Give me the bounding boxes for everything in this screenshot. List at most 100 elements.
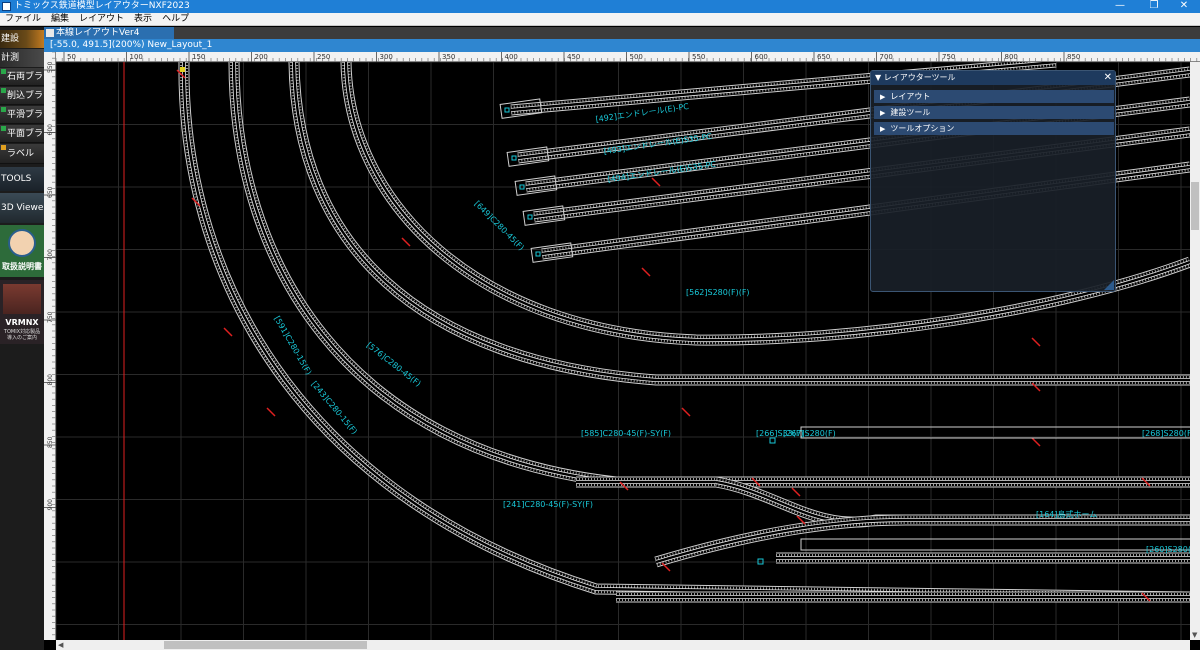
label-icon bbox=[1, 145, 6, 150]
ruler-top-label: 100 bbox=[130, 53, 143, 61]
ruler-top-label: 400 bbox=[505, 53, 518, 61]
ruler-top-label: 800 bbox=[1005, 53, 1018, 61]
track-label: [585]C280-45(F)-SY(F) bbox=[581, 429, 671, 438]
scroll-left-icon[interactable]: ◀ bbox=[58, 640, 63, 650]
title-bar: トミックス鉄道模型レイアウターNXF2023 — ❐ ✕ bbox=[0, 0, 1200, 13]
ruler-top-label: 250 bbox=[317, 53, 330, 61]
joint-mark bbox=[223, 327, 233, 337]
menu-help[interactable]: ヘルプ bbox=[157, 13, 194, 26]
sidebar-item-label: 平滑ブラシ bbox=[7, 110, 44, 120]
expand-icon: ▶ bbox=[880, 109, 886, 117]
brush-icon bbox=[1, 69, 6, 74]
joint-mark bbox=[1031, 437, 1041, 447]
sidebar-item-label: 平面ブラシ bbox=[7, 129, 44, 139]
panel-header[interactable]: ▼ レイアウターツール ✕ bbox=[871, 71, 1115, 85]
track-label: [649]C280-45(F) bbox=[473, 199, 526, 252]
app-icon bbox=[2, 2, 11, 11]
panel-row-label: ツールオプション bbox=[890, 124, 955, 133]
vrm-label: VRMNX bbox=[5, 318, 39, 327]
panel-close-icon[interactable]: ✕ bbox=[1104, 71, 1112, 85]
platform-outline[interactable] bbox=[800, 426, 1190, 439]
vrm-sublabel: TOMIX対応製品 導入のご案内 bbox=[3, 329, 41, 341]
minimize-button[interactable]: — bbox=[1104, 0, 1136, 13]
sidebar-item-build[interactable]: 建設 bbox=[0, 30, 44, 48]
end-rail-marker bbox=[504, 107, 510, 113]
sidebar-item-label: 計測 bbox=[1, 53, 20, 63]
menu-view[interactable]: 表示 bbox=[129, 13, 157, 26]
menu-edit[interactable]: 編集 bbox=[46, 13, 74, 26]
joint-mark bbox=[681, 407, 691, 417]
vertical-scroll-thumb[interactable] bbox=[1191, 182, 1199, 230]
island-platform[interactable] bbox=[800, 538, 1190, 551]
sidebar-item-label-tool[interactable]: ラベル bbox=[0, 144, 44, 164]
track-label: [268]S280(F) bbox=[1142, 429, 1190, 438]
window-title: トミックス鉄道模型レイアウターNXF2023 bbox=[14, 1, 190, 11]
document-icon bbox=[46, 29, 54, 37]
selection-marker bbox=[180, 67, 185, 72]
horizontal-scroll-thumb[interactable] bbox=[164, 641, 367, 649]
ruler-left-ticks: 550 600 650 700 750 800 850 900 bbox=[44, 52, 56, 640]
vrm-banner[interactable]: VRMNX TOMIX対応製品 導入のご案内 bbox=[0, 280, 44, 344]
maximize-button[interactable]: ❐ bbox=[1138, 0, 1170, 13]
menu-layout[interactable]: レイアウト bbox=[74, 13, 129, 26]
ruler-top-label: 750 bbox=[942, 53, 955, 61]
horizontal-scrollbar[interactable]: ◀ bbox=[56, 640, 1190, 650]
track-label: [562]S280(F)(F) bbox=[686, 288, 750, 297]
sidebar-item-smooth-brush[interactable]: 平滑ブラシ bbox=[0, 106, 44, 124]
menu-file[interactable]: ファイル bbox=[0, 13, 46, 26]
ruler-top-label: 200 bbox=[255, 53, 268, 61]
ruler-left-label: 600 bbox=[47, 124, 54, 136]
brush-icon bbox=[1, 126, 6, 131]
sidebar-item-stone-brush[interactable]: 石両ブラシ bbox=[0, 68, 44, 86]
sidebar-item-label: 3D Viewer bbox=[1, 203, 44, 213]
joint-mark bbox=[641, 267, 651, 277]
ruler-top-label: 150 bbox=[192, 53, 205, 61]
track-label: [260]S280(F) bbox=[1146, 545, 1190, 554]
panel-row-label: 建設ツール bbox=[890, 108, 931, 117]
joint-mark bbox=[651, 177, 661, 187]
ruler-left-label: 850 bbox=[47, 436, 54, 448]
ruler-left-label: 650 bbox=[47, 186, 54, 198]
panel-row-label: レイアウト bbox=[890, 92, 931, 101]
sidebar-item-tools[interactable]: TOOLS bbox=[0, 167, 44, 191]
vertical-scrollbar[interactable]: ▼ bbox=[1190, 62, 1200, 640]
ruler-top-label: 350 bbox=[442, 53, 455, 61]
ruler-top-label: 650 bbox=[817, 53, 830, 61]
ruler-top-label: 550 bbox=[692, 53, 705, 61]
track-label: [164]島式ホーム bbox=[1036, 509, 1097, 519]
resize-grip-icon[interactable] bbox=[1104, 280, 1114, 290]
ruler-left: 550 600 650 700 750 800 850 900 bbox=[44, 52, 56, 640]
sidebar-item-label: 削込ブラシ bbox=[7, 91, 44, 101]
sidebar-item-3d-viewer[interactable]: 3D Viewer bbox=[0, 193, 44, 223]
scroll-down-icon[interactable]: ▼ bbox=[1192, 630, 1197, 640]
ruler-top-label: 500 bbox=[630, 53, 643, 61]
track-label: [267]S280(F) bbox=[783, 429, 836, 438]
ruler-left-label: 750 bbox=[47, 311, 54, 323]
end-rail-marker bbox=[511, 155, 517, 161]
joint-mark bbox=[1031, 337, 1041, 347]
panel-row-layout[interactable]: ▶ レイアウト bbox=[874, 90, 1114, 103]
document-tabbar: 本線レイアウトVer4 bbox=[44, 27, 1200, 39]
ruler-top-label: 850 bbox=[1067, 53, 1080, 61]
collapse-icon[interactable]: ▼ bbox=[875, 73, 884, 82]
ruler-top-label: 450 bbox=[567, 53, 580, 61]
panel-row-tool-options[interactable]: ▶ ツールオプション bbox=[874, 122, 1114, 135]
sidebar-item-label: ラベル bbox=[7, 149, 35, 159]
close-button[interactable]: ✕ bbox=[1168, 0, 1200, 13]
brush-icon bbox=[1, 107, 6, 112]
manual-banner[interactable]: 取扱説明書 bbox=[0, 225, 44, 277]
layouter-tool-panel[interactable]: ▼ レイアウターツール ✕ ▶ レイアウト ▶ 建設ツール ▶ ツールオプション bbox=[870, 70, 1116, 292]
sidebar-item-carve-brush[interactable]: 削込ブラシ bbox=[0, 87, 44, 105]
joint-mark bbox=[266, 407, 276, 417]
cursor-marker bbox=[769, 437, 776, 444]
sidebar-item-flat-brush[interactable]: 平面ブラシ bbox=[0, 125, 44, 143]
end-rail-marker bbox=[535, 251, 541, 257]
brush-icon bbox=[1, 88, 6, 93]
track-label: [494]エンドレール(E)S35-PC bbox=[607, 160, 717, 184]
menu-bar: ファイル 編集 レイアウト 表示 ヘルプ bbox=[0, 13, 1200, 26]
panel-row-build-tools[interactable]: ▶ 建設ツール bbox=[874, 106, 1114, 119]
joint-mark bbox=[791, 487, 801, 497]
panel-title: レイアウターツール bbox=[883, 73, 956, 82]
sidebar-item-measure[interactable]: 計測 bbox=[0, 49, 44, 67]
tab-main-layout[interactable]: 本線レイアウトVer4 bbox=[44, 27, 174, 39]
